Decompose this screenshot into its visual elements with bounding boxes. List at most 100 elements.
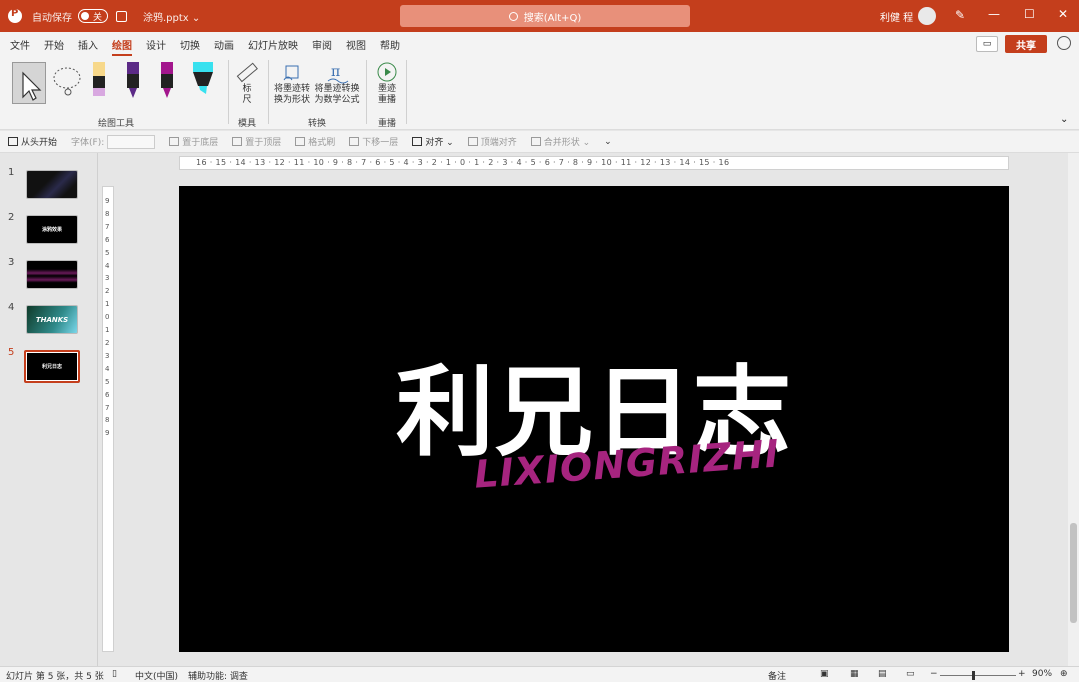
top-align-label: 顶端对齐: [480, 138, 517, 148]
minimize-button[interactable]: —: [988, 7, 1000, 21]
tab-home[interactable]: 开始: [44, 33, 64, 56]
tab-help[interactable]: 帮助: [380, 33, 400, 56]
feedback-smile-icon[interactable]: [1057, 36, 1071, 50]
ink-replay-label: 墨迹 重播: [377, 84, 396, 105]
select-tool[interactable]: [12, 62, 46, 104]
align-button[interactable]: 对齐 ⌄: [412, 135, 454, 148]
zoom-out-button[interactable]: −: [930, 669, 938, 679]
lasso-icon: [53, 67, 81, 96]
spellcheck-icon[interactable]: ▯: [112, 669, 117, 679]
replay-icon: [377, 62, 397, 82]
ruler-icon: [236, 62, 258, 83]
slide-canvas[interactable]: 利兄日志 LIXIONGRIZHI: [179, 186, 1009, 652]
normal-view-icon[interactable]: ▣: [820, 669, 829, 679]
send-back-label: 置于底层: [182, 138, 219, 148]
svg-text:π: π: [331, 64, 340, 80]
slide-sorter-icon[interactable]: ▦: [850, 669, 859, 679]
reading-view-icon[interactable]: ▤: [878, 669, 887, 679]
autosave-toggle[interactable]: 关: [78, 9, 108, 23]
tab-file[interactable]: 文件: [10, 33, 30, 56]
tab-draw[interactable]: 绘图: [112, 33, 132, 56]
ink-to-shape-label: 将墨迹转 换为形状: [273, 84, 310, 105]
top-align-icon: [467, 137, 478, 146]
zoom-slider-handle[interactable]: [972, 671, 975, 680]
tab-design[interactable]: 设计: [146, 33, 166, 56]
powerpoint-logo-icon: [8, 8, 22, 23]
notes-button[interactable]: 备注: [768, 669, 786, 682]
separator: [366, 60, 367, 124]
merge-icon: [530, 137, 541, 146]
tab-transitions[interactable]: 切换: [180, 33, 200, 56]
vertical-ruler[interactable]: 9 8 7 6 5 4 3 2 1 0 1 2 3 4 5 6 7 8 9: [102, 186, 114, 652]
pen-purple[interactable]: [122, 60, 144, 102]
group-stencils: 模具: [238, 119, 257, 129]
highlighter-cyan[interactable]: [190, 60, 216, 102]
slideshow-view-icon[interactable]: ▭: [906, 669, 915, 679]
close-button[interactable]: ✕: [1058, 7, 1068, 21]
language-indicator[interactable]: 中文(中国): [135, 669, 178, 682]
status-bar: 幻灯片 第 5 张，共 5 张 ▯ 中文(中国) 辅助功能: 调查 备注 ▣ ▦…: [0, 666, 1079, 682]
bring-front-icon: [232, 137, 243, 146]
save-icon[interactable]: [116, 10, 127, 22]
align-icon: [412, 137, 423, 146]
ink-to-shape-button[interactable]: 将墨迹转 换为形状: [272, 60, 312, 106]
avatar[interactable]: [918, 7, 936, 25]
slide-thumbnail-4[interactable]: THANKS: [26, 305, 78, 334]
merge-shapes-button[interactable]: 合并形状 ⌄: [530, 135, 590, 148]
zoom-level[interactable]: 90%: [1032, 669, 1052, 679]
pen-icon[interactable]: ✎: [955, 8, 965, 22]
vertical-scrollbar[interactable]: [1068, 153, 1079, 666]
move-down-icon: [349, 137, 360, 146]
quick-access-toolbar: 从头开始 字体(F): 置于底层 置于顶层 格式刷 下移一层 对齐 ⌄ 顶端对齐…: [0, 131, 1079, 153]
tab-slideshow[interactable]: 幻灯片放映: [248, 33, 298, 56]
slide-number: 2: [8, 212, 15, 223]
slide-thumbnail-3[interactable]: [26, 260, 78, 289]
font-input[interactable]: [107, 134, 156, 149]
slide-number: 1: [8, 167, 15, 178]
tab-review[interactable]: 审阅: [312, 33, 332, 56]
slide-count: 幻灯片 第 5 张，共 5 张: [6, 672, 104, 682]
zoom-in-button[interactable]: +: [1018, 669, 1026, 679]
search-box[interactable]: 搜索(Alt+Q): [400, 5, 690, 27]
collapse-ribbon-chevron-icon[interactable]: ⌄: [1060, 114, 1068, 125]
format-painter-button[interactable]: 格式刷: [295, 135, 335, 148]
font-select[interactable]: 字体(F):: [71, 134, 156, 149]
ink-replay-button[interactable]: 墨迹 重播: [372, 60, 402, 106]
ink-to-math-label: 将墨迹转换 为数学公式: [314, 84, 360, 105]
search-icon: [508, 11, 518, 21]
title-bar: 自动保存 关 涂鸦.pptx ⌄ 搜索(Alt+Q) 利健 程 ✎ — ☐ ✕: [0, 0, 1079, 32]
slide-thumbnail-1[interactable]: [26, 170, 78, 199]
slide-thumb-label: THANKS: [35, 315, 69, 324]
move-down-label: 下移一层: [362, 138, 399, 148]
horizontal-ruler[interactable]: 16 · 15 · 14 · 13 · 12 · 11 · 10 · 9 · 8…: [179, 156, 1009, 170]
ink-to-shape-icon: [283, 65, 299, 81]
top-align-button[interactable]: 顶端对齐: [467, 135, 517, 148]
bring-to-front-button[interactable]: 置于顶层: [232, 135, 281, 148]
send-to-back-button[interactable]: 置于底层: [169, 135, 218, 148]
fit-to-window-icon[interactable]: ⊕: [1060, 669, 1068, 679]
slide-thumbnail-2[interactable]: 涂鸦效果: [26, 215, 78, 244]
slide-number-active: 5: [8, 347, 15, 358]
accessibility-status[interactable]: 辅助功能: 调查: [188, 669, 248, 682]
share-button[interactable]: 共享: [1005, 35, 1047, 53]
ink-to-math-button[interactable]: π 将墨迹转换 为数学公式: [314, 60, 360, 106]
tab-animations[interactable]: 动画: [214, 33, 234, 56]
customize-qat-chevron-icon[interactable]: ⌄: [604, 137, 612, 147]
group-replay: 重播: [378, 119, 397, 129]
group-convert: 转换: [308, 119, 327, 129]
lasso-tool[interactable]: [50, 62, 84, 104]
pen-magenta[interactable]: [156, 60, 178, 102]
from-start-button[interactable]: 从头开始: [8, 135, 57, 148]
slide-number: 4: [8, 302, 15, 313]
pen-yellow[interactable]: [88, 60, 110, 102]
slide-thumbnail-5[interactable]: 利兄日志: [24, 350, 80, 383]
tab-view[interactable]: 视图: [346, 33, 366, 56]
scroll-thumb[interactable]: [1070, 523, 1077, 623]
file-name[interactable]: 涂鸦.pptx ⌄: [143, 9, 200, 24]
zoom-slider[interactable]: [940, 675, 1016, 676]
ruler-button[interactable]: 标 尺: [234, 60, 260, 106]
comment-icon[interactable]: ▭: [976, 36, 998, 52]
move-down-button[interactable]: 下移一层: [349, 135, 398, 148]
maximize-button[interactable]: ☐: [1024, 7, 1035, 21]
tab-insert[interactable]: 插入: [78, 33, 98, 56]
